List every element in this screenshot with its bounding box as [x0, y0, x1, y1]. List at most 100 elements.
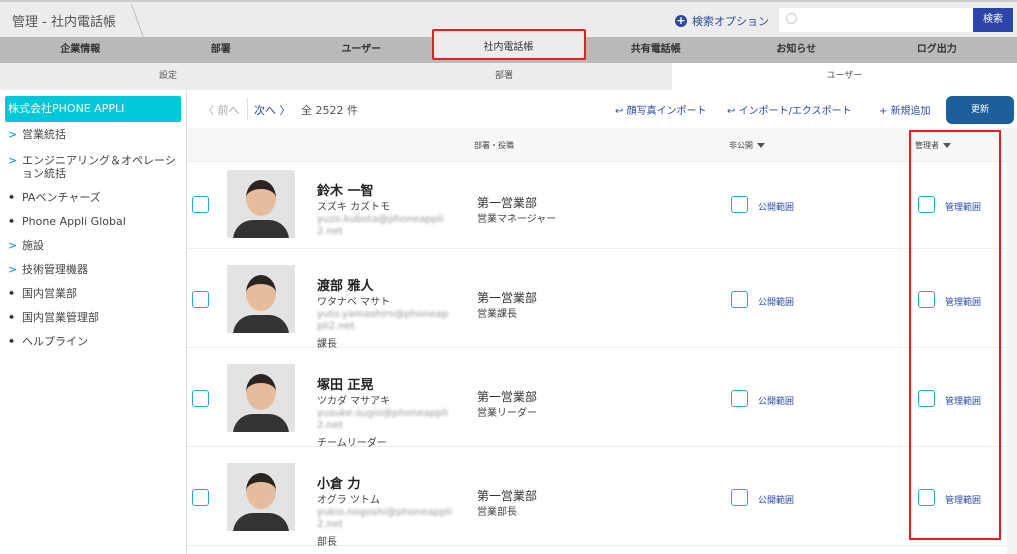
sidebar: 株式会社PHONE APPLI > 営業統括 > エンジニアリング＆オペレーション統括… — [0, 90, 187, 554]
chevron-right-icon[interactable]: > — [8, 239, 22, 252]
private-checkbox[interactable] — [731, 291, 748, 308]
header-private[interactable]: 非公開 — [729, 140, 765, 151]
user-dept: 第一営業部 — [477, 291, 538, 305]
private-checkbox[interactable] — [731, 196, 748, 213]
filter-icon[interactable] — [757, 143, 765, 148]
sidebar-item[interactable]: • 国内営業管理部 — [0, 309, 186, 326]
sidebar-item[interactable]: > 技術管理機器 — [0, 261, 186, 278]
select-checkbox[interactable] — [192, 489, 209, 506]
sidebar-item[interactable]: • 国内営業部 — [0, 285, 186, 302]
user-position: 営業リーダー — [477, 408, 537, 419]
sidebar-item-label: Phone Appli Global — [22, 215, 126, 228]
user-name[interactable]: 鈴木 一智 — [317, 180, 374, 199]
chevron-right-icon[interactable]: > — [8, 128, 22, 141]
avatar — [227, 463, 295, 531]
search-button[interactable]: 検索 — [973, 8, 1013, 32]
scrollbar[interactable] — [1007, 128, 1017, 554]
sidebar-item-label: ヘルプライン — [22, 335, 88, 348]
avatar — [227, 170, 295, 238]
subtab-settings[interactable]: 設定 — [0, 63, 336, 90]
tab-internal-phonebook[interactable]: 社内電話帳 — [431, 29, 586, 60]
add-new-button[interactable]: + 新規追加 — [879, 102, 931, 117]
photo-import-button[interactable]: ↩ 顔写真インポート — [615, 102, 707, 117]
select-checkbox[interactable] — [192, 196, 209, 213]
user-dept: 第一営業部 — [477, 489, 538, 503]
table-header: 部署・役職 非公開 管理者 — [187, 128, 1007, 162]
breadcrumb-chevron-icon — [117, 4, 145, 38]
select-checkbox[interactable] — [192, 390, 209, 407]
user-email: yukio.nogoshi@phoneappli2.net — [317, 507, 452, 530]
subtab-users[interactable]: ユーザー — [672, 63, 1017, 90]
select-checkbox[interactable] — [192, 291, 209, 308]
private-checkbox[interactable] — [731, 489, 748, 506]
sidebar-item-label: 技術管理機器 — [22, 263, 88, 276]
search-options-label: 検索オプション — [692, 15, 769, 28]
import-export-label: インポート/エクスポート — [738, 106, 852, 117]
bullet-icon: • — [8, 215, 16, 228]
update-button[interactable]: 更新 — [946, 96, 1014, 124]
sidebar-item[interactable]: • Phone Appli Global — [0, 213, 186, 230]
plus-circle-icon: + — [675, 14, 687, 27]
sidebar-item-label: 施設 — [22, 239, 44, 252]
bullet-icon: • — [8, 335, 16, 348]
prev-label: 前へ — [217, 104, 240, 117]
private-checkbox[interactable] — [731, 390, 748, 407]
user-name[interactable]: 小倉 力 — [317, 473, 361, 492]
sidebar-item[interactable]: • PAベンチャーズ — [0, 189, 186, 206]
public-scope-link[interactable]: 公開範囲 — [758, 394, 794, 407]
chevron-right-icon[interactable]: > — [8, 154, 22, 180]
tab-users[interactable]: ユーザー — [291, 37, 432, 63]
user-dept: 第一営業部 — [477, 390, 538, 404]
sidebar-item-label: 国内営業管理部 — [22, 311, 99, 324]
user-kana: オグラ ツトム — [317, 495, 380, 506]
total-count: 全 2522 件 — [301, 104, 358, 117]
user-dept: 第一営業部 — [477, 196, 538, 210]
user-position: 営業部長 — [477, 507, 517, 518]
search-options-link[interactable]: + 検索オプション — [675, 13, 769, 29]
table-row: 塚田 正晃 ツカダ マサアキ yusuke.sugio@phoneappli2.… — [187, 348, 1007, 449]
add-new-label: 新規追加 — [890, 106, 931, 117]
sidebar-company[interactable]: 株式会社PHONE APPLI — [5, 96, 181, 122]
user-name[interactable]: 塚田 正晃 — [317, 374, 374, 393]
sidebar-item-label: PAベンチャーズ — [22, 191, 101, 204]
import-export-button[interactable]: ↩ インポート/エクスポート — [727, 102, 852, 117]
search-input[interactable] — [779, 8, 974, 32]
public-scope-link[interactable]: 公開範囲 — [758, 200, 794, 213]
prev-button[interactable]: 〈 前へ — [203, 102, 240, 118]
bullet-icon: • — [8, 191, 16, 204]
table-row: 鈴木 一智 スズキ カズトモ yuzo.kubota@phoneappli2.n… — [187, 162, 1007, 249]
sidebar-item[interactable]: • ヘルプライン — [0, 333, 186, 350]
sidebar-item[interactable]: > 営業統括 — [0, 126, 186, 143]
sidebar-item[interactable]: > 施設 — [0, 237, 186, 254]
public-scope-link[interactable]: 公開範囲 — [758, 493, 794, 506]
subtab-departments[interactable]: 部署 — [336, 63, 672, 90]
public-scope-link[interactable]: 公開範囲 — [758, 295, 794, 308]
tab-log-output[interactable]: ログ出力 — [867, 37, 1008, 63]
user-kana: スズキ カズトモ — [317, 202, 391, 213]
table-row: 小倉 力 オグラ ツトム yukio.nogoshi@phoneappli2.n… — [187, 447, 1007, 548]
next-button[interactable]: 次へ 〉 — [254, 102, 291, 118]
user-email: yusuke.sugio@phoneappli2.net — [317, 408, 449, 431]
photo-import-label: 顔写真インポート — [626, 106, 707, 117]
search-icon — [786, 13, 797, 24]
user-kana: ツカダ マサアキ — [317, 396, 391, 407]
sub-nav: 設定 部署 ユーザー — [0, 63, 1017, 90]
sidebar-item[interactable]: > エンジニアリング＆オペレーション統括 — [0, 150, 186, 182]
bullet-icon: • — [8, 311, 16, 324]
main-nav: 企業情報 部署 ユーザー 社内電話帳 共有電話帳 お知らせ ログ出力 — [0, 29, 1017, 63]
sidebar-item-label: エンジニアリング＆オペレーション統括 — [22, 154, 176, 180]
tab-company-info[interactable]: 企業情報 — [10, 37, 151, 63]
breadcrumb: 管理 - 社内電話帳 — [12, 15, 116, 30]
user-email: yuto.yamashiro@phoneappli2.net — [317, 309, 449, 332]
sidebar-item-label: 国内営業部 — [22, 287, 77, 300]
table-row: 渡部 雅人 ワタナベ マサト yuto.yamashiro@phoneappli… — [187, 249, 1007, 350]
user-kana: ワタナベ マサト — [317, 297, 391, 308]
admin-column-highlight — [909, 130, 1001, 540]
user-title: 部長 — [317, 537, 337, 548]
tab-notices[interactable]: お知らせ — [726, 37, 867, 63]
chevron-right-icon[interactable]: > — [8, 263, 22, 276]
toolbar: 〈 前へ 次へ 〉 全 2522 件 ↩ 顔写真インポート ↩ インポート/エク… — [187, 90, 1017, 128]
tab-shared-phonebook[interactable]: 共有電話帳 — [586, 37, 727, 63]
user-name[interactable]: 渡部 雅人 — [317, 275, 374, 294]
tab-departments[interactable]: 部署 — [151, 37, 292, 63]
